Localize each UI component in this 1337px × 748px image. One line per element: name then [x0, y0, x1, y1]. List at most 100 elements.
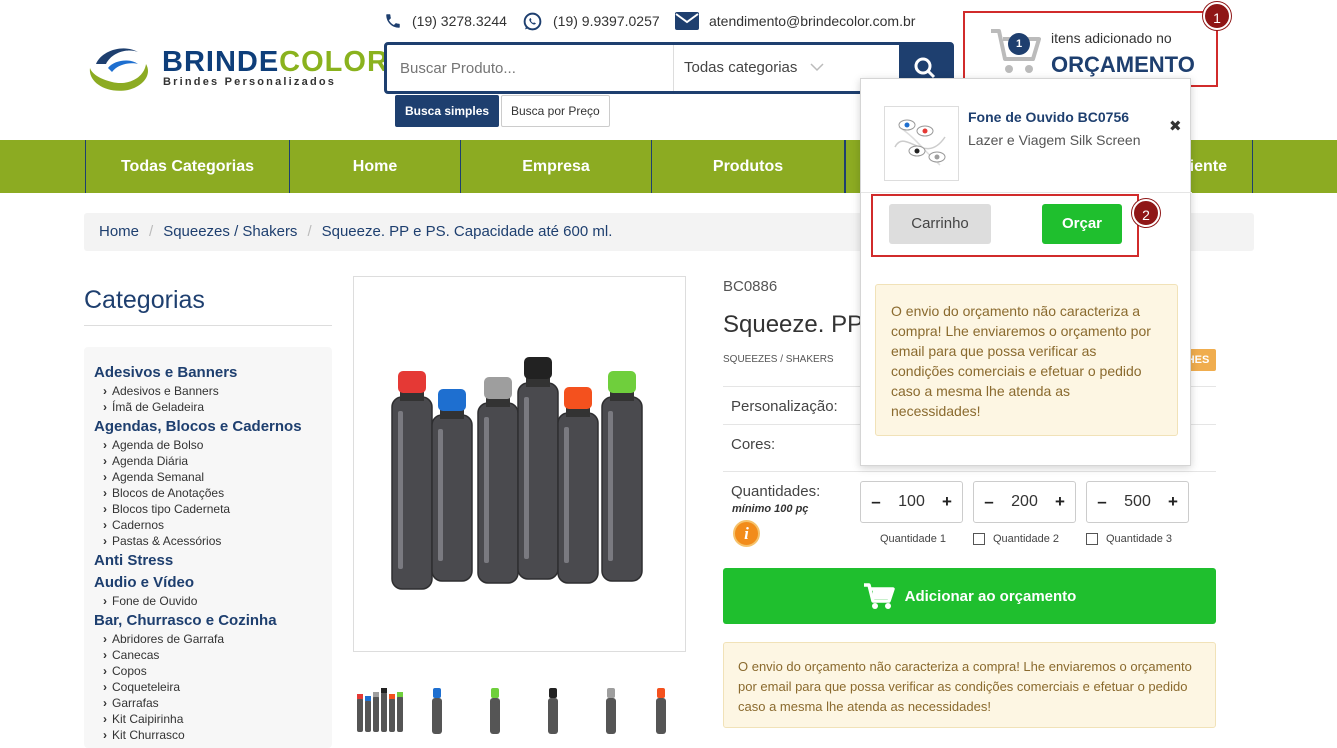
category-group[interactable]: Anti Stress	[94, 551, 332, 571]
bottle-2	[431, 389, 473, 582]
logo-swoosh-icon	[89, 48, 148, 91]
breadcrumb-category[interactable]: Squeezes / Shakers	[163, 223, 297, 240]
cart-icon	[863, 583, 895, 609]
category-item[interactable]: Garrafas	[94, 695, 332, 711]
bottle-5	[557, 387, 599, 584]
quantity-value[interactable]: 100	[898, 493, 925, 511]
category-item[interactable]: Cadernos	[94, 517, 332, 533]
product-thumbnail-group[interactable]	[354, 684, 404, 736]
product-thumbnail-green[interactable]	[470, 684, 520, 736]
quantity-3-option[interactable]: Quantidade 3	[1086, 533, 1172, 545]
category-select-value: Todas categorias	[684, 59, 798, 76]
add-to-quote-button[interactable]: Adicionar ao orçamento	[723, 568, 1216, 624]
nav-item-todas-categorias[interactable]: Todas Categorias	[85, 140, 290, 193]
category-group[interactable]: Agendas, Blocos e Cadernos	[94, 417, 332, 437]
dropdown-quote-notice: O envio do orçamento não caracteriza a c…	[875, 284, 1178, 436]
nav-item-produtos[interactable]: Produtos	[652, 140, 845, 193]
quantity-3-label: Quantidade 3	[1106, 533, 1173, 545]
search-input[interactable]	[387, 45, 672, 91]
category-item[interactable]: Pastas & Acessórios	[94, 533, 332, 549]
product-category[interactable]: SQUEEZES / SHAKERS	[723, 354, 834, 365]
quantity-3-checkbox[interactable]	[1086, 533, 1098, 545]
brand-tagline: Brindes Personalizados	[163, 76, 337, 88]
category-item[interactable]: Agenda Semanal	[94, 469, 332, 485]
quantity-value[interactable]: 200	[1011, 493, 1038, 511]
divider	[723, 471, 1216, 472]
whatsapp-number: (19) 9.9397.0257	[553, 13, 660, 29]
cart-item-subtitle: Lazer e Viagem Silk Screen	[968, 132, 1141, 148]
increment-button[interactable]: +	[1166, 492, 1180, 512]
quantity-2-checkbox[interactable]	[973, 533, 985, 545]
cart-item-image[interactable]	[884, 106, 959, 181]
bottle-6	[601, 371, 643, 582]
email-address: atendimento@brindecolor.com.br	[709, 13, 916, 29]
tab-busca-por-preco[interactable]: Busca por Preço	[501, 95, 610, 127]
personalization-label: Personalização:	[731, 398, 838, 415]
annotation-marker-1: 1	[1203, 2, 1231, 30]
quantity-2-option[interactable]: Quantidade 2	[973, 533, 1059, 545]
product-thumbnail-orange[interactable]	[636, 684, 686, 736]
decrement-button[interactable]: –	[982, 492, 996, 512]
search-icon	[914, 57, 936, 79]
brand-name: BRINDECOLOR	[162, 46, 389, 78]
tab-busca-simples[interactable]: Busca simples	[395, 95, 500, 127]
cart-item-name[interactable]: Fone de Ouvido BC0756	[968, 109, 1129, 125]
add-to-quote-label: Adicionar ao orçamento	[904, 587, 1077, 605]
quantity-stepper-3: – 500 +	[1086, 481, 1189, 523]
increment-button[interactable]: +	[1053, 492, 1067, 512]
info-icon[interactable]: i	[733, 520, 760, 547]
brand-logo[interactable]: BRINDECOLOR Brindes Personalizados	[84, 38, 388, 98]
category-item[interactable]: Blocos de Anotações	[94, 485, 332, 501]
quantities-label: Quantidades:	[731, 483, 821, 500]
category-item[interactable]: Agenda Diária	[94, 453, 332, 469]
quantity-stepper-2: – 200 +	[973, 481, 1076, 523]
product-bottles-image	[391, 357, 643, 590]
decrement-button[interactable]: –	[869, 492, 883, 512]
cart-caption: itens adicionado no	[1051, 30, 1172, 46]
decrement-button[interactable]: –	[1095, 492, 1109, 512]
quote-notice: O envio do orçamento não caracteriza a c…	[723, 642, 1216, 728]
category-item[interactable]: Abridores de Garrafa	[94, 631, 332, 647]
bottle-1	[391, 371, 433, 590]
category-item[interactable]: Canecas	[94, 647, 332, 663]
category-item[interactable]: Kit Churrasco	[94, 727, 332, 743]
increment-button[interactable]: +	[940, 492, 954, 512]
quantity-1-label: Quantidade 1	[880, 533, 947, 545]
category-item[interactable]: Ímã de Geladeira	[94, 399, 332, 415]
whatsapp-icon	[523, 12, 542, 30]
quantity-value[interactable]: 500	[1124, 493, 1151, 511]
phone-contact[interactable]: (19) 3278.3244	[384, 10, 507, 32]
category-item[interactable]: Copos	[94, 663, 332, 679]
product-thumbnail-gray[interactable]	[586, 684, 636, 736]
remove-item-icon[interactable]: ✖	[1169, 117, 1182, 135]
product-title: Squeeze. PP e	[723, 311, 883, 338]
email-contact[interactable]: atendimento@brindecolor.com.br	[675, 10, 915, 32]
quantity-2-label: Quantidade 2	[993, 533, 1060, 545]
product-main-image[interactable]	[353, 276, 686, 652]
category-group[interactable]: Adesivos e Banners	[94, 363, 332, 383]
categories-divider	[84, 325, 332, 326]
category-group[interactable]: Audio e Vídeo	[94, 573, 332, 593]
phone-icon	[386, 14, 400, 28]
product-thumbnail-black[interactable]	[528, 684, 578, 736]
breadcrumb-home[interactable]: Home	[99, 223, 139, 240]
whatsapp-contact[interactable]: (19) 9.9397.0257	[522, 10, 660, 32]
carrinho-button[interactable]: Carrinho	[889, 204, 991, 244]
cart-widget[interactable]: 1 itens adicionado no ORÇAMENTO	[963, 11, 1218, 87]
category-group[interactable]: Bar, Churrasco e Cozinha	[94, 611, 332, 631]
minimum-quantity-note: mínimo 100 pç	[732, 503, 809, 515]
nav-item-home[interactable]: Home	[290, 140, 461, 193]
orcar-button[interactable]: Orçar	[1042, 204, 1122, 244]
category-item[interactable]: Kit Caipirinha	[94, 711, 332, 727]
category-item[interactable]: Agenda de Bolso	[94, 437, 332, 453]
divider	[861, 192, 1192, 193]
category-item[interactable]: Adesivos e Banners	[94, 383, 332, 399]
product-thumbnail-blue[interactable]	[412, 684, 462, 736]
phone-number: (19) 3278.3244	[412, 13, 507, 29]
category-item[interactable]: Blocos tipo Caderneta	[94, 501, 332, 517]
nav-item-empresa[interactable]: Empresa	[461, 140, 652, 193]
category-item[interactable]: Fone de Ouvido	[94, 593, 332, 609]
chevron-down-icon	[810, 63, 824, 72]
category-item[interactable]: Coqueteleira	[94, 679, 332, 695]
bottle-3	[477, 377, 519, 584]
